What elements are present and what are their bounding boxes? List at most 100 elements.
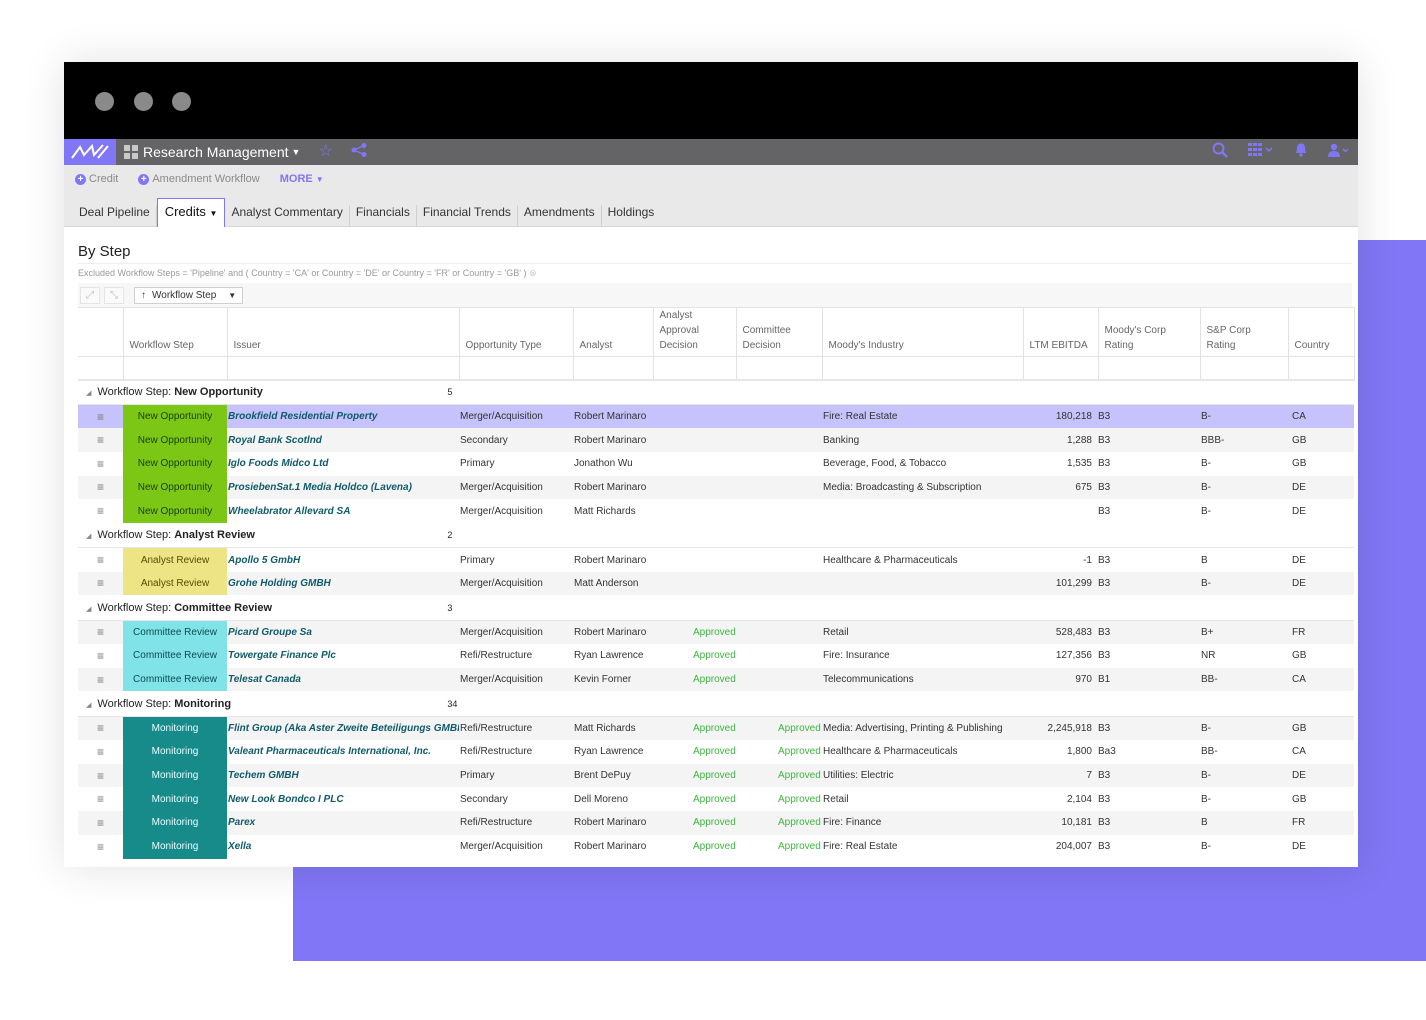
drag-handle-icon[interactable]: ≡ (78, 620, 123, 644)
collapse-triangle-icon[interactable]: ◢ (86, 702, 91, 709)
drag-handle-icon[interactable]: ≡ (78, 716, 123, 741)
filter-cell[interactable] (227, 356, 460, 381)
tab-analyst-commentary[interactable]: Analyst Commentary (225, 205, 350, 226)
table-row[interactable]: ≡ Committee Review Telesat Canada Merger/Ac… (78, 667, 1354, 692)
group-header[interactable]: ◢ Workflow Step: New Opportunity 5 (78, 379, 1354, 405)
star-icon[interactable]: ☆ (318, 144, 332, 160)
column-header-opportunity-type[interactable]: Opportunity Type (459, 307, 574, 357)
waffle-menu-icon[interactable] (1248, 142, 1274, 162)
tab-amendments[interactable]: Amendments (518, 205, 602, 226)
column-header-moodys-rating[interactable]: Moody's Corp Rating (1098, 307, 1201, 357)
drag-handle-icon[interactable]: ≡ (78, 404, 123, 429)
drag-handle-icon[interactable]: ≡ (78, 667, 123, 692)
filter-cell[interactable] (1023, 356, 1099, 381)
table-row[interactable]: ≡ New Opportunity Iglo Foods Midco Ltd Prim… (78, 451, 1354, 476)
column-header-committee-decision[interactable]: Committee Decision (736, 307, 823, 357)
filter-cell[interactable] (459, 356, 574, 381)
share-icon[interactable] (351, 142, 367, 162)
issuer-link[interactable]: Apollo 5 GmbH (227, 548, 459, 572)
amendment-workflow-link[interactable]: + Amendment Workflow (138, 173, 260, 185)
drag-handle-icon[interactable]: ≡ (78, 644, 123, 668)
issuer-link[interactable]: Picard Groupe Sa (227, 620, 459, 644)
table-row[interactable]: ≡ Monitoring New Look Bondco I PLC Secondar… (78, 787, 1354, 812)
column-header-analyst-approval[interactable]: Analyst Approval Decision (653, 307, 737, 357)
table-row[interactable]: ≡ Analyst Review Apollo 5 GmbH Primary Rober… (78, 547, 1354, 572)
issuer-link[interactable]: Wheelabrator Allevard SA (227, 499, 459, 523)
window-maximize-dot[interactable] (172, 92, 191, 111)
bell-icon[interactable] (1294, 142, 1308, 162)
drag-handle-icon[interactable]: ≡ (78, 811, 123, 835)
table-row[interactable]: ≡ New Opportunity Wheelabrator Allevard SA… (78, 499, 1354, 523)
column-header-country[interactable]: Country (1288, 307, 1355, 357)
group-row[interactable]: ◢ Workflow Step: Monitoring 34 (78, 691, 1354, 717)
drag-handle-icon[interactable]: ≡ (78, 571, 123, 596)
group-by-selector[interactable]: ↑ Workflow Step ▼ (134, 286, 244, 304)
column-header-issuer[interactable]: Issuer (227, 307, 460, 357)
table-row[interactable]: ≡ Monitoring Flint Group (Aka Aster Zweite… (78, 716, 1354, 741)
filter-cell[interactable] (1288, 356, 1355, 381)
group-header[interactable]: ◢ Workflow Step: Committee Review 3 (78, 595, 1354, 621)
table-row[interactable]: ≡ Committee Review Picard Groupe Sa Merger/… (78, 620, 1354, 644)
group-row[interactable]: ◢ Workflow Step: Committee Review 3 (78, 595, 1354, 621)
drag-handle-icon[interactable]: ≡ (78, 428, 123, 452)
drag-handle-icon[interactable]: ≡ (78, 787, 123, 811)
table-row[interactable]: ≡ Analyst Review Grohe Holding GMBH Merger/… (78, 571, 1354, 596)
group-row[interactable]: ◢ Workflow Step: Analyst Review 2 (78, 522, 1354, 549)
table-row[interactable]: ≡ Monitoring Parex Refi/Restructure Robert M… (78, 811, 1354, 835)
app-title[interactable]: Research Management (143, 144, 289, 160)
issuer-link[interactable]: Parex (227, 811, 459, 835)
filter-cell[interactable] (123, 356, 228, 381)
issuer-link[interactable]: Royal Bank Scotlnd (227, 428, 459, 452)
issuer-link[interactable]: Valeant Pharmaceuticals International, I… (227, 740, 459, 764)
drag-handle-icon[interactable]: ≡ (78, 548, 123, 572)
table-row[interactable]: ≡ New Opportunity Royal Bank Scotlnd Second… (78, 428, 1354, 452)
collapse-triangle-icon[interactable]: ◢ (86, 606, 91, 613)
filter-cell[interactable] (573, 356, 654, 381)
issuer-link[interactable]: New Look Bondco I PLC (227, 787, 459, 811)
issuer-link[interactable]: Grohe Holding GMBH (227, 571, 459, 596)
tab-holdings[interactable]: Holdings (602, 205, 661, 226)
collapse-triangle-icon[interactable]: ◢ (86, 390, 91, 397)
table-row[interactable]: ≡ Committee Review Towergate Finance Plc Re… (78, 644, 1354, 668)
tab-deal-pipeline[interactable]: Deal Pipeline (73, 205, 157, 226)
more-menu[interactable]: MORE ▼ (280, 173, 324, 185)
table-row[interactable]: ≡ New Opportunity ProsiebenSat.1 Media Hol… (78, 475, 1354, 500)
drag-handle-icon[interactable]: ≡ (78, 499, 123, 523)
group-header[interactable]: ◢ Workflow Step: Analyst Review 2 (78, 522, 1354, 549)
column-header-workflow-step[interactable]: Workflow Step (123, 307, 228, 357)
table-row[interactable]: ≡ Monitoring Xella Merger/Acquisition Robert… (78, 834, 1354, 859)
clear-filter-icon[interactable]: ⊗ (529, 268, 537, 278)
table-row[interactable]: ≡ Monitoring Valeant Pharmaceuticals Inter… (78, 740, 1354, 764)
column-header-analyst[interactable]: Analyst (573, 307, 654, 357)
issuer-link[interactable]: Flint Group (Aka Aster Zweite Beteiligun… (227, 716, 459, 741)
logo-icon[interactable] (64, 139, 116, 165)
filter-cell[interactable] (653, 356, 737, 381)
drag-handle-icon[interactable]: ≡ (78, 835, 123, 859)
user-icon[interactable] (1328, 143, 1350, 162)
drag-handle-icon[interactable]: ≡ (78, 740, 123, 764)
column-header-sp-rating[interactable]: S&P Corp Rating (1200, 307, 1289, 357)
collapse-icon[interactable]: ⤡ (104, 286, 124, 304)
column-header-moodys-industry[interactable]: Moody's Industry (822, 307, 1024, 357)
table-row[interactable]: ≡ Monitoring Techem GMBH Primary Brent DePuy… (78, 763, 1354, 788)
column-header-ltm-ebitda[interactable]: LTM EBITDA (1023, 307, 1099, 357)
filter-cell[interactable] (1200, 356, 1289, 381)
issuer-link[interactable]: Brookfield Residential Property (227, 404, 459, 429)
issuer-link[interactable]: Towergate Finance Plc (227, 644, 459, 668)
tab-credits[interactable]: Credits ▼ (156, 198, 226, 227)
table-row[interactable]: ≡ New Opportunity Brookfield Residential P… (78, 404, 1354, 429)
window-minimize-dot[interactable] (134, 92, 153, 111)
tab-financial-trends[interactable]: Financial Trends (417, 205, 518, 226)
expand-icon[interactable]: ⤢ (80, 286, 100, 304)
apps-grid-icon[interactable] (124, 145, 138, 159)
group-header[interactable]: ◢ Workflow Step: Monitoring 34 (78, 691, 1354, 717)
collapse-triangle-icon[interactable]: ◢ (86, 533, 91, 540)
issuer-link[interactable]: ProsiebenSat.1 Media Holdco (Lavena) (227, 475, 459, 500)
filter-cell[interactable] (1098, 356, 1201, 381)
search-icon[interactable] (1212, 142, 1228, 163)
group-row[interactable]: ◢ Workflow Step: New Opportunity 5 (78, 379, 1354, 405)
drag-handle-icon[interactable]: ≡ (78, 475, 123, 500)
drag-handle-icon[interactable]: ≡ (78, 452, 123, 476)
credit-link[interactable]: + Credit (75, 173, 118, 185)
window-close-dot[interactable] (95, 92, 114, 111)
